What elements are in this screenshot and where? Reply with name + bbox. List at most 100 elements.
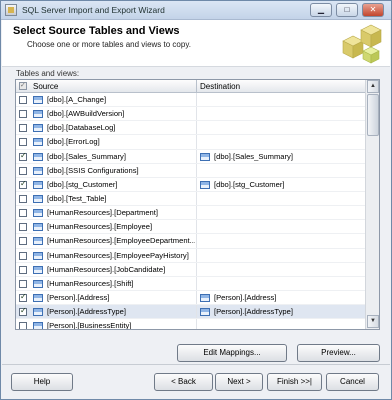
- source-table-name: [dbo].[SSIS Configurations]: [47, 165, 139, 175]
- row-checkbox[interactable]: [19, 166, 27, 175]
- row-column-divider: [196, 177, 197, 191]
- table-row[interactable]: [HumanResources].[JobCandidate]: [16, 262, 365, 277]
- table-row[interactable]: [dbo].[Test_Table]: [16, 191, 365, 207]
- row-checkbox[interactable]: [19, 279, 27, 288]
- row-column-divider: [196, 305, 197, 319]
- back-button[interactable]: < Back: [154, 373, 213, 391]
- table-icon: [33, 110, 43, 119]
- table-row[interactable]: [HumanResources].[EmployeePayHistory]: [16, 248, 365, 263]
- source-table-name: [HumanResources].[EmployeeDepartment...: [47, 236, 195, 246]
- source-table-name: [dbo].[AWBuildVersion]: [47, 109, 125, 119]
- source-table-name: [HumanResources].[JobCandidate]: [47, 264, 166, 274]
- row-checkbox[interactable]: [19, 110, 27, 119]
- source-table-name: [dbo].[Sales_Summary]: [47, 151, 126, 161]
- row-column-divider: [196, 121, 197, 135]
- destination-table-name[interactable]: [Person].[Address]: [214, 293, 276, 302]
- title-bar[interactable]: SQL Server Import and Export Wizard ▁ □ …: [1, 1, 391, 20]
- page-title: Select Source Tables and Views: [13, 25, 180, 37]
- close-button[interactable]: ✕: [362, 3, 384, 17]
- row-checkbox[interactable]: [19, 251, 27, 260]
- preview-button[interactable]: Preview...: [297, 344, 380, 362]
- row-checkbox[interactable]: [19, 306, 27, 317]
- row-column-divider: [196, 290, 197, 305]
- minimize-button[interactable]: ▁: [310, 3, 332, 17]
- table-icon: [33, 209, 43, 218]
- table-icon: [200, 152, 210, 161]
- table-icon: [200, 308, 210, 317]
- table-icon: [33, 223, 43, 232]
- row-column-divider: [196, 319, 197, 329]
- source-table-name: [HumanResources].[Shift]: [47, 278, 134, 288]
- table-icon: [33, 138, 43, 147]
- row-column-divider: [196, 276, 197, 290]
- next-button[interactable]: Next >: [215, 373, 263, 391]
- maximize-button[interactable]: □: [336, 3, 358, 17]
- source-column-header[interactable]: Source: [33, 82, 58, 91]
- table-row[interactable]: [Person].[Address] [Person].[Address]: [16, 290, 365, 306]
- table-row[interactable]: [HumanResources].[Department]: [16, 206, 365, 221]
- table-row[interactable]: [HumanResources].[Shift]: [16, 276, 365, 291]
- vertical-scrollbar[interactable]: ▲ ▼: [365, 80, 379, 329]
- row-column-divider: [196, 248, 197, 262]
- table-row[interactable]: [HumanResources].[EmployeeDepartment...: [16, 234, 365, 249]
- row-column-divider: [196, 234, 197, 248]
- select-all-checkbox[interactable]: [19, 81, 27, 90]
- wizard-app-icon: [5, 4, 17, 16]
- table-row[interactable]: [HumanResources].[Employee]: [16, 220, 365, 235]
- table-icon: [33, 194, 43, 203]
- row-checkbox[interactable]: [19, 151, 27, 161]
- destination-table-name[interactable]: [Person].[AddressType]: [214, 307, 293, 316]
- row-column-divider: [196, 206, 197, 220]
- table-icon: [200, 293, 210, 302]
- table-row[interactable]: [dbo].[Sales_Summary] [dbo].[Sales_Summar…: [16, 149, 365, 164]
- row-checkbox[interactable]: [19, 124, 27, 133]
- destination-table-name[interactable]: [dbo].[stg_Customer]: [214, 180, 285, 189]
- finish-button[interactable]: Finish >>|: [267, 373, 322, 391]
- tables-and-views-label: Tables and views:: [16, 69, 80, 78]
- table-icon: [33, 251, 43, 260]
- table-icon: [33, 322, 43, 329]
- table-row[interactable]: [dbo].[stg_Customer] [dbo].[stg_Customer]: [16, 177, 365, 192]
- edit-mappings-button[interactable]: Edit Mappings...: [177, 344, 287, 362]
- destination-column-header[interactable]: Destination: [200, 82, 240, 91]
- row-checkbox[interactable]: [19, 96, 27, 104]
- source-table-name: [dbo].[A_Change]: [47, 95, 107, 104]
- table-icon: [33, 237, 43, 246]
- row-checkbox[interactable]: [19, 179, 27, 189]
- row-checkbox[interactable]: [19, 322, 27, 329]
- cancel-button[interactable]: Cancel: [326, 373, 379, 391]
- table-row[interactable]: [dbo].[ErrorLog]: [16, 135, 365, 150]
- destination-table-name[interactable]: [dbo].[Sales_Summary]: [214, 152, 293, 161]
- row-checkbox[interactable]: [19, 237, 27, 246]
- row-checkbox[interactable]: [19, 292, 27, 302]
- column-divider[interactable]: [196, 80, 197, 93]
- table-row[interactable]: [dbo].[A_Change]: [16, 93, 365, 108]
- page-subtitle: Choose one or more tables and views to c…: [27, 40, 191, 49]
- table-icon: [33, 265, 43, 274]
- source-table-name: [Person].[AddressType]: [47, 307, 126, 317]
- row-column-divider: [196, 220, 197, 234]
- row-checkbox[interactable]: [19, 223, 27, 232]
- source-table-name: [Person].[Address]: [47, 292, 110, 302]
- scroll-thumb[interactable]: [367, 94, 379, 136]
- row-checkbox[interactable]: [19, 265, 27, 274]
- database-boxes-icon: [342, 24, 382, 64]
- table-row[interactable]: [dbo].[SSIS Configurations]: [16, 163, 365, 178]
- table-row[interactable]: [dbo].[DatabaseLog]: [16, 121, 365, 136]
- source-table-name: [dbo].[Test_Table]: [47, 193, 107, 203]
- table-row[interactable]: [Person].[AddressType] [Person].[AddressT…: [16, 305, 365, 320]
- tables-grid: Source Destination [dbo].[A_Change] [dbo]…: [15, 79, 380, 330]
- help-button[interactable]: Help: [11, 373, 73, 391]
- window-title: SQL Server Import and Export Wizard: [22, 5, 165, 15]
- table-icon: [33, 96, 43, 104]
- table-row[interactable]: [Person].[BusinessEntity]: [16, 319, 365, 329]
- table-icon: [33, 124, 43, 133]
- row-checkbox[interactable]: [19, 194, 27, 203]
- scroll-down-arrow-icon[interactable]: ▼: [367, 315, 379, 328]
- row-checkbox[interactable]: [19, 209, 27, 218]
- row-checkbox[interactable]: [19, 138, 27, 147]
- table-row[interactable]: [dbo].[AWBuildVersion]: [16, 107, 365, 122]
- grid-header: Source Destination: [16, 80, 365, 93]
- scroll-up-arrow-icon[interactable]: ▲: [367, 80, 379, 93]
- table-icon: [33, 152, 43, 161]
